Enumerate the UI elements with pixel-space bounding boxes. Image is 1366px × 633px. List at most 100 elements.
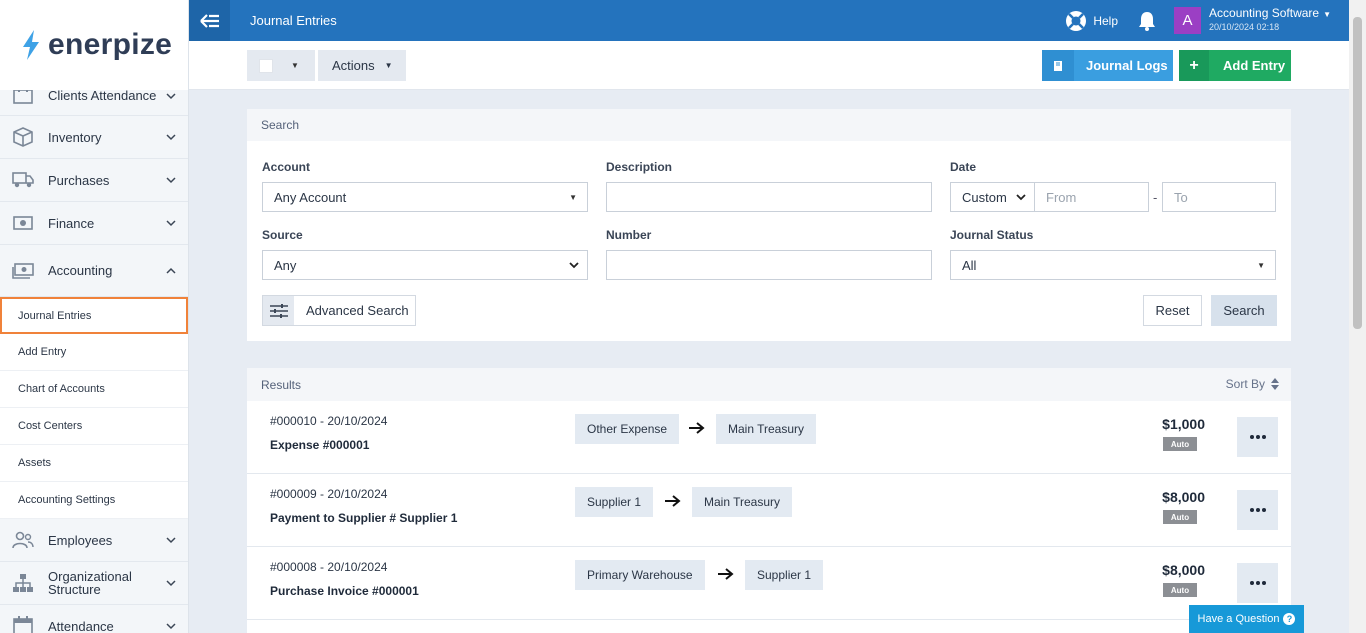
entry-number: #000009 - 20/10/2024 <box>270 487 388 501</box>
search-button[interactable]: Search <box>1211 295 1277 326</box>
entry-amount: $8,000 <box>1162 489 1205 505</box>
row-actions-button[interactable] <box>1237 563 1278 603</box>
number-input[interactable] <box>606 250 932 280</box>
add-entry-button[interactable]: + Add Entry <box>1179 50 1291 81</box>
advanced-search-button[interactable]: Advanced Search <box>262 295 416 326</box>
results-header: Results Sort By <box>247 368 1291 401</box>
source-select[interactable]: Any <box>262 250 588 280</box>
lifebuoy-icon <box>1066 10 1087 31</box>
sidebar-item-finance[interactable]: Finance <box>0 202 188 245</box>
bell-icon[interactable] <box>1138 11 1156 31</box>
sidebar-nav: Clients Attendance Inventory Purchases F… <box>0 76 188 633</box>
account-label: Account <box>262 160 310 174</box>
brand-name: enerpize <box>48 28 173 61</box>
add-entry-label: Add Entry <box>1223 58 1286 73</box>
entry-from-account: Primary Warehouse <box>575 560 705 590</box>
page-toolbar: ▼ Actions ▼ Journal Logs + Add Entry <box>189 41 1349 90</box>
journal-status-value: All <box>962 257 977 273</box>
entry-amount: $8,000 <box>1162 562 1205 578</box>
date-to-input[interactable]: To <box>1162 182 1276 212</box>
actions-dropdown[interactable]: Actions ▼ <box>318 50 406 81</box>
date-from-input[interactable]: From <box>1034 182 1149 212</box>
scrollbar-thumb[interactable] <box>1353 17 1362 329</box>
entry-to-account: Main Treasury <box>692 487 793 517</box>
reset-button[interactable]: Reset <box>1143 295 1202 326</box>
sort-by-label: Sort By <box>1225 377 1265 391</box>
sidebar-subitem-add-entry[interactable]: Add Entry <box>0 334 188 371</box>
have-a-question-label: Have a Question <box>1197 613 1280 625</box>
date-label: Date <box>950 160 977 174</box>
source-label: Source <box>262 228 303 242</box>
truck-icon <box>12 169 34 191</box>
plus-icon: + <box>1179 50 1209 81</box>
sidebar-subitem-chart-of-accounts[interactable]: Chart of Accounts <box>0 371 188 408</box>
brand-logo[interactable]: enerpize <box>0 0 188 90</box>
page-title: Journal Entries <box>250 13 337 28</box>
avatar[interactable]: A <box>1174 7 1202 34</box>
entry-amount: $1,000 <box>1162 416 1205 432</box>
chevron-down-icon <box>569 262 579 269</box>
entry-from-account: Supplier 1 <box>575 487 654 517</box>
topbar-right: Help A Accounting Software ▼ 20/10/2024 0… <box>1065 0 1349 41</box>
select-all-checkbox[interactable] <box>259 58 273 73</box>
help-button[interactable]: Help <box>1065 10 1118 32</box>
date-mode-select[interactable]: Custom <box>950 182 1035 212</box>
sidebar-subitem-accounting-settings[interactable]: Accounting Settings <box>0 482 188 519</box>
chevron-down-icon <box>166 537 176 544</box>
sidebar-item-employees[interactable]: Employees <box>0 519 188 562</box>
arrow-right-icon <box>665 495 681 507</box>
journal-status-select[interactable]: All ▼ <box>950 250 1276 280</box>
chevron-down-icon <box>1016 194 1026 201</box>
have-a-question-widget[interactable]: Have a Question ? <box>1189 605 1304 633</box>
account-select[interactable]: Any Account ▼ <box>262 182 588 212</box>
help-label: Help <box>1093 13 1119 28</box>
journal-logs-button[interactable]: Journal Logs <box>1042 50 1173 81</box>
sidebar-toggle-button[interactable] <box>189 0 230 41</box>
table-row[interactable]: #000008 - 20/10/2024 Purchase Invoice #0… <box>247 547 1291 620</box>
caret-down-icon: ▼ <box>291 61 299 70</box>
sidebar-item-inventory[interactable]: Inventory <box>0 116 188 159</box>
caret-down-icon: ▼ <box>1323 10 1331 19</box>
account-name: Accounting Software <box>1209 6 1320 20</box>
chevron-down-icon <box>166 177 176 184</box>
caret-down-icon: ▼ <box>569 192 577 202</box>
results-title: Results <box>261 377 302 392</box>
entry-title[interactable]: Expense #000001 <box>270 438 369 452</box>
results-panel: Results Sort By #000010 - 20/10/2024 Exp… <box>247 368 1291 633</box>
chevron-down-icon <box>166 220 176 227</box>
account-menu[interactable]: Accounting Software ▼ 20/10/2024 02:18 <box>1209 7 1331 34</box>
date-separator: - <box>1153 190 1158 205</box>
sidebar-item-attendance[interactable]: Attendance <box>0 605 188 633</box>
advanced-search-label: Advanced Search <box>306 303 409 318</box>
chevron-down-icon <box>166 134 176 141</box>
entry-to-account: Supplier 1 <box>745 560 824 590</box>
row-actions-button[interactable] <box>1237 490 1278 530</box>
entry-title[interactable]: Purchase Invoice #000001 <box>270 584 419 598</box>
journal-status-label: Journal Status <box>950 228 1034 242</box>
more-dots-icon <box>1249 508 1266 512</box>
account-select-value: Any Account <box>274 189 347 205</box>
sidebar-item-accounting[interactable]: Accounting <box>0 245 188 297</box>
sidebar: enerpize Clients Attendance Inventory Pu… <box>0 0 189 633</box>
book-icon <box>1042 50 1074 81</box>
sliders-icon <box>263 296 294 325</box>
accounting-submenu: Journal Entries Add Entry Chart of Accou… <box>0 297 188 519</box>
table-row[interactable]: #000010 - 20/10/2024 Expense #000001 Oth… <box>247 401 1291 474</box>
account-time: 20/10/2024 02:18 <box>1209 22 1280 32</box>
sidebar-subitem-journal-entries[interactable]: Journal Entries <box>0 297 188 334</box>
sidebar-item-organizational-structure[interactable]: Organizational Structure <box>0 562 188 605</box>
table-row[interactable]: #000009 - 20/10/2024 Payment to Supplier… <box>247 474 1291 547</box>
sidebar-subitem-cost-centers[interactable]: Cost Centers <box>0 408 188 445</box>
number-label: Number <box>606 228 652 242</box>
page-scrollbar[interactable] <box>1349 0 1366 633</box>
entry-title[interactable]: Payment to Supplier # Supplier 1 <box>270 511 457 525</box>
description-input[interactable] <box>606 182 932 212</box>
bulk-select-dropdown[interactable]: ▼ <box>247 50 315 81</box>
row-actions-button[interactable] <box>1237 417 1278 457</box>
sidebar-item-purchases[interactable]: Purchases <box>0 159 188 202</box>
org-chart-icon <box>12 572 34 594</box>
cash-register-icon <box>12 260 34 282</box>
sort-by-button[interactable]: Sort By <box>1226 377 1279 391</box>
more-dots-icon <box>1249 581 1266 585</box>
sidebar-subitem-assets[interactable]: Assets <box>0 445 188 482</box>
